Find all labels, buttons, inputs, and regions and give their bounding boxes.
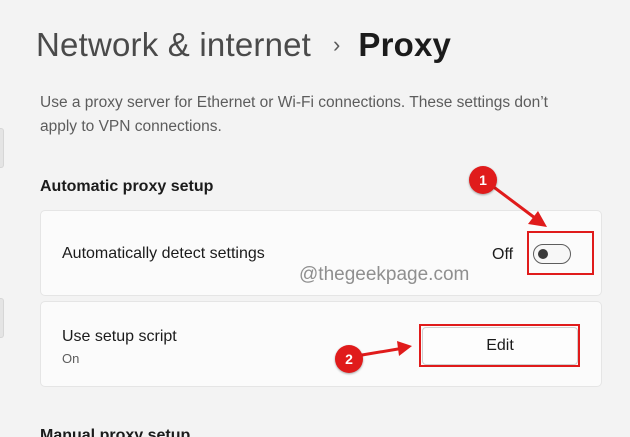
toggle-knob — [538, 248, 548, 259]
breadcrumb: Network & internet › Proxy — [36, 22, 451, 68]
detect-settings-label: Automatically detect settings — [62, 245, 265, 262]
callout-badge-2: 2 — [335, 345, 363, 373]
detect-settings-toggle[interactable] — [533, 244, 571, 264]
callout-badge-1: 1 — [469, 166, 497, 194]
setup-script-card: Use setup script On Edit — [40, 301, 602, 387]
edit-button[interactable]: Edit — [422, 327, 578, 365]
setup-script-status: On — [62, 351, 80, 366]
breadcrumb-parent-link[interactable]: Network & internet — [36, 26, 311, 64]
settings-page: Network & internet › Proxy Use a proxy s… — [0, 0, 630, 437]
watermark: @thegeekpage.com — [299, 264, 470, 285]
page-title: Proxy — [358, 26, 452, 63]
side-pane-edge — [0, 128, 4, 168]
manual-proxy-heading: Manual proxy setup — [40, 427, 191, 437]
automatic-proxy-heading: Automatic proxy setup — [40, 178, 214, 195]
chevron-right-icon: › — [333, 32, 341, 57]
setup-script-label: Use setup script — [62, 328, 177, 345]
page-description: Use a proxy server for Ethernet or Wi-Fi… — [40, 94, 548, 135]
toggle-state-label: Off — [492, 246, 514, 263]
side-pane-edge — [0, 298, 4, 338]
